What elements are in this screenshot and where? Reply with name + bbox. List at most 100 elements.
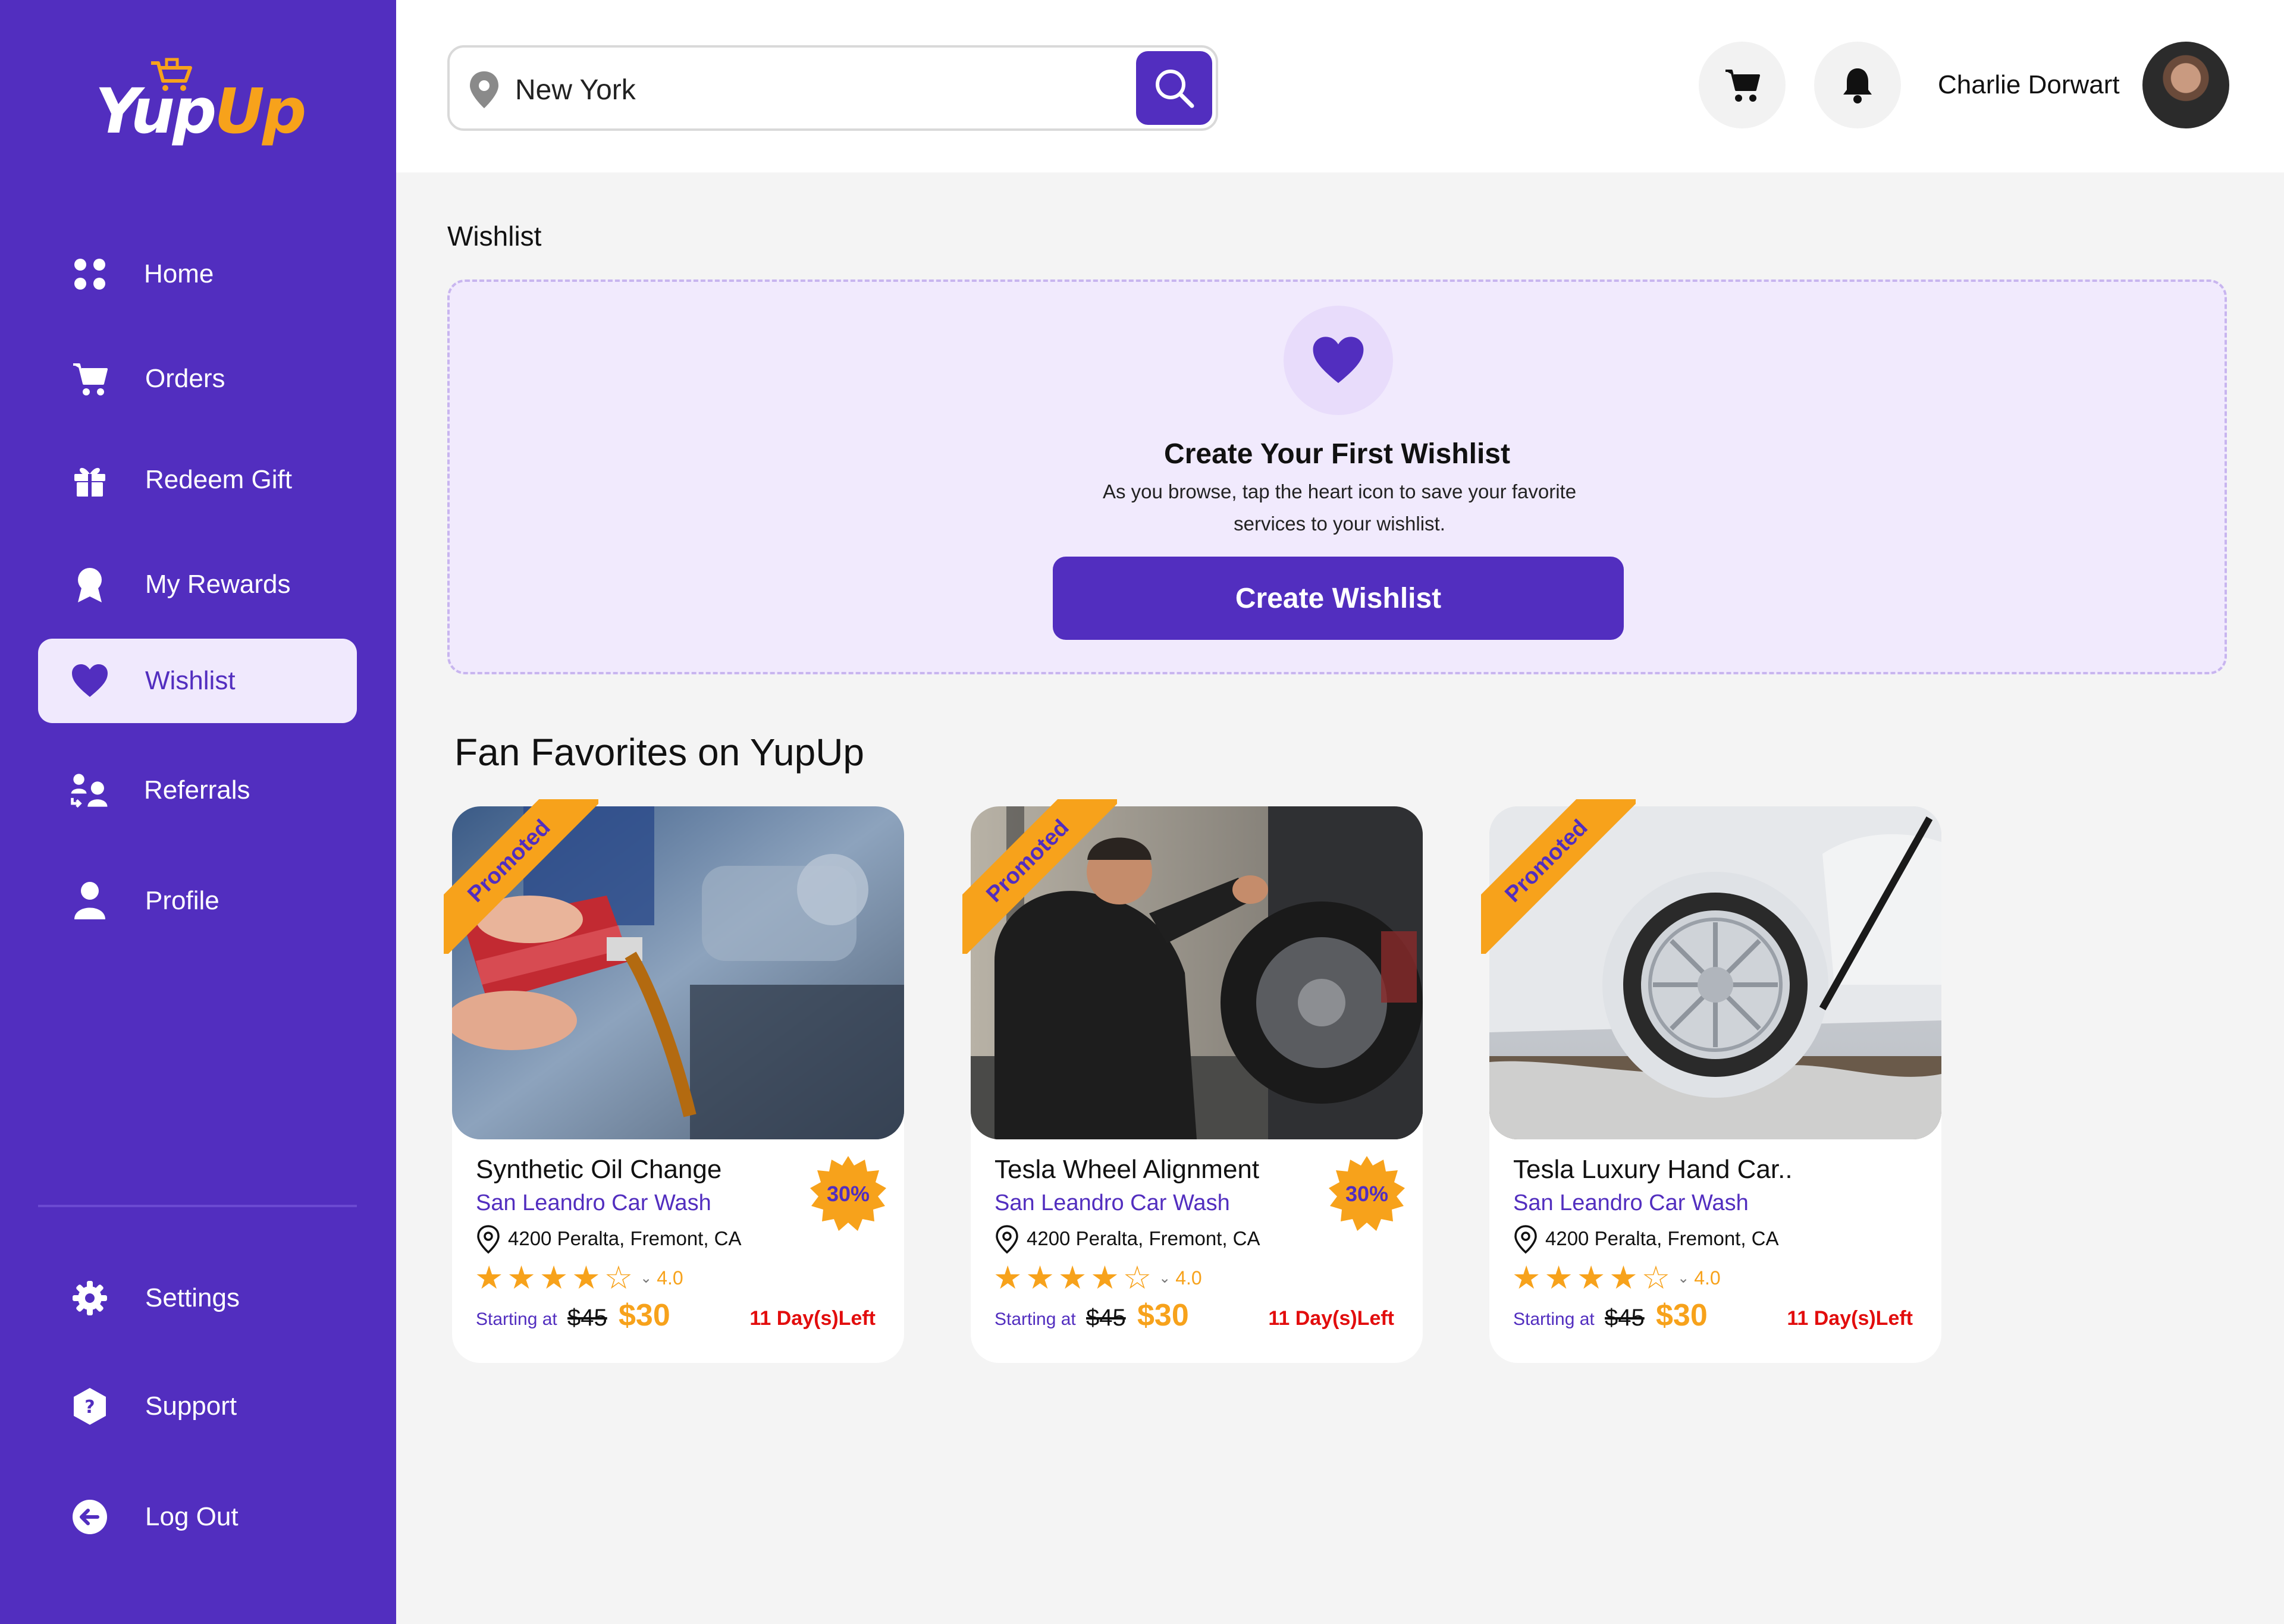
section-title: Fan Favorites on YupUp bbox=[454, 731, 864, 774]
sidebar-item-wishlist[interactable]: Wishlist bbox=[38, 639, 357, 723]
search-button[interactable] bbox=[1136, 51, 1212, 125]
days-left: 11 Day(s)Left bbox=[1787, 1307, 1913, 1330]
user-name[interactable]: Charlie Dorwart bbox=[1938, 70, 2120, 100]
home-grid-icon bbox=[69, 253, 111, 295]
chevron-down-icon[interactable]: ⌄ bbox=[640, 1270, 652, 1287]
star-filled-icon: ★ bbox=[475, 1260, 504, 1296]
vendor-name[interactable]: San Leandro Car Wash bbox=[476, 1190, 711, 1216]
avatar[interactable] bbox=[2142, 42, 2229, 128]
gift-icon bbox=[69, 459, 111, 501]
page-title: Wishlist bbox=[447, 221, 542, 252]
star-filled-icon: ★ bbox=[1544, 1260, 1573, 1296]
new-price: $30 bbox=[619, 1298, 670, 1333]
star-filled-icon: ★ bbox=[507, 1260, 536, 1296]
sidebar: YupUp Home Orders Redeem Gift My Rewards bbox=[0, 0, 396, 1624]
service-address: 4200 Peralta, Fremont, CA bbox=[1545, 1227, 1779, 1249]
starting-at-label: Starting at bbox=[994, 1309, 1076, 1329]
new-price: $30 bbox=[1656, 1298, 1708, 1333]
sidebar-item-label: Support bbox=[145, 1391, 237, 1421]
sidebar-item-label: Referrals bbox=[144, 775, 250, 805]
service-title: Tesla Luxury Hand Car.. bbox=[1513, 1155, 1793, 1184]
service-address: 4200 Peralta, Fremont, CA bbox=[508, 1227, 742, 1249]
days-left: 11 Day(s)Left bbox=[1268, 1307, 1394, 1330]
sidebar-item-log-out[interactable]: Log Out bbox=[38, 1475, 357, 1559]
wishlist-empty-state: Create Your First Wishlist As you browse… bbox=[447, 279, 2227, 674]
service-card[interactable]: Promoted Tesla Wheel Alignment 30% San L… bbox=[962, 799, 1423, 1363]
star-filled-icon: ★ bbox=[1609, 1260, 1638, 1296]
sidebar-item-my-rewards[interactable]: My Rewards bbox=[38, 542, 357, 627]
sidebar-item-label: Home bbox=[144, 259, 214, 288]
starting-at-label: Starting at bbox=[1513, 1309, 1595, 1329]
service-card[interactable]: Promoted Synthetic Oil Change 30% San Le… bbox=[444, 799, 904, 1363]
old-price: $45 bbox=[1086, 1305, 1126, 1331]
heart-icon bbox=[1313, 337, 1364, 384]
sidebar-item-label: Profile bbox=[145, 886, 219, 915]
service-card[interactable]: Promoted Tesla Luxury Hand Car.. San Lea… bbox=[1481, 799, 1941, 1363]
promoted-ribbon: Promoted bbox=[962, 799, 1117, 954]
discount-badge: 30% bbox=[1328, 1155, 1406, 1233]
cart-icon bbox=[69, 358, 111, 400]
sidebar-item-label: Orders bbox=[145, 364, 225, 393]
star-rating: ★ ★ ★ ★ ☆ ⌄ 4.0 bbox=[475, 1262, 683, 1294]
cart-button[interactable] bbox=[1699, 42, 1786, 128]
star-rating: ★ ★ ★ ★ ☆ ⌄ 4.0 bbox=[993, 1262, 1202, 1294]
rating-value: 4.0 bbox=[1175, 1267, 1202, 1289]
location-pin-icon bbox=[470, 71, 498, 108]
star-filled-icon: ★ bbox=[993, 1260, 1022, 1296]
search-input[interactable]: New York bbox=[515, 74, 636, 106]
location-pin-icon bbox=[1514, 1225, 1537, 1254]
cart-icon bbox=[1725, 70, 1760, 102]
award-icon bbox=[69, 564, 111, 605]
promoted-ribbon: Promoted bbox=[1481, 799, 1636, 954]
star-filled-icon: ★ bbox=[1025, 1260, 1055, 1296]
create-wishlist-button[interactable]: Create Wishlist bbox=[1053, 557, 1624, 640]
location-pin-icon bbox=[996, 1225, 1018, 1254]
sidebar-item-redeem-gift[interactable]: Redeem Gift bbox=[38, 438, 357, 522]
discount-badge: 30% bbox=[809, 1155, 887, 1233]
logo-wordmark: YupUp bbox=[95, 75, 306, 147]
sidebar-item-label: My Rewards bbox=[145, 570, 291, 599]
rating-value: 4.0 bbox=[1694, 1267, 1721, 1289]
location-search-bar[interactable]: New York bbox=[447, 45, 1218, 131]
star-empty-icon: ☆ bbox=[1122, 1260, 1152, 1296]
location-pin-icon bbox=[477, 1225, 500, 1254]
referral-icon bbox=[69, 769, 111, 811]
notifications-button[interactable] bbox=[1814, 42, 1901, 128]
sidebar-item-label: Redeem Gift bbox=[145, 465, 292, 494]
chevron-down-icon[interactable]: ⌄ bbox=[1159, 1270, 1171, 1287]
sidebar-item-support[interactable]: ? Support bbox=[38, 1364, 357, 1449]
service-title: Tesla Wheel Alignment bbox=[994, 1155, 1260, 1184]
chevron-down-icon[interactable]: ⌄ bbox=[1677, 1270, 1689, 1287]
svg-text:?: ? bbox=[84, 1397, 95, 1418]
sidebar-item-profile[interactable]: Profile bbox=[38, 859, 357, 943]
bell-icon bbox=[1843, 68, 1872, 103]
sidebar-item-home[interactable]: Home bbox=[38, 232, 357, 316]
sidebar-item-referrals[interactable]: Referrals bbox=[38, 748, 357, 833]
star-filled-icon: ★ bbox=[1512, 1260, 1541, 1296]
star-filled-icon: ★ bbox=[572, 1260, 601, 1296]
sidebar-item-label: Settings bbox=[145, 1283, 240, 1312]
sidebar-item-label: Log Out bbox=[145, 1502, 239, 1531]
star-empty-icon: ☆ bbox=[1641, 1260, 1671, 1296]
sidebar-item-orders[interactable]: Orders bbox=[38, 337, 357, 421]
promoted-ribbon: Promoted bbox=[444, 799, 598, 954]
days-left: 11 Day(s)Left bbox=[749, 1307, 876, 1330]
sidebar-item-settings[interactable]: Settings bbox=[38, 1256, 357, 1340]
star-empty-icon: ☆ bbox=[604, 1260, 633, 1296]
old-price: $45 bbox=[567, 1305, 607, 1331]
top-header: New York Charlie Dorwart bbox=[396, 0, 2284, 172]
sidebar-divider bbox=[38, 1205, 357, 1207]
heart-icon bbox=[69, 660, 111, 702]
old-price: $45 bbox=[1605, 1305, 1645, 1331]
yupup-logo[interactable]: YupUp bbox=[95, 57, 306, 147]
vendor-name[interactable]: San Leandro Car Wash bbox=[1513, 1190, 1749, 1216]
vendor-name[interactable]: San Leandro Car Wash bbox=[994, 1190, 1230, 1216]
service-address: 4200 Peralta, Fremont, CA bbox=[1027, 1227, 1260, 1249]
empty-state-title: Create Your First Wishlist bbox=[1164, 438, 1510, 470]
star-filled-icon: ★ bbox=[539, 1260, 569, 1296]
heart-icon-circle bbox=[1284, 306, 1393, 415]
gear-icon bbox=[69, 1277, 111, 1319]
starting-at-label: Starting at bbox=[476, 1309, 557, 1329]
service-title: Synthetic Oil Change bbox=[476, 1155, 722, 1184]
logout-icon bbox=[69, 1496, 111, 1538]
